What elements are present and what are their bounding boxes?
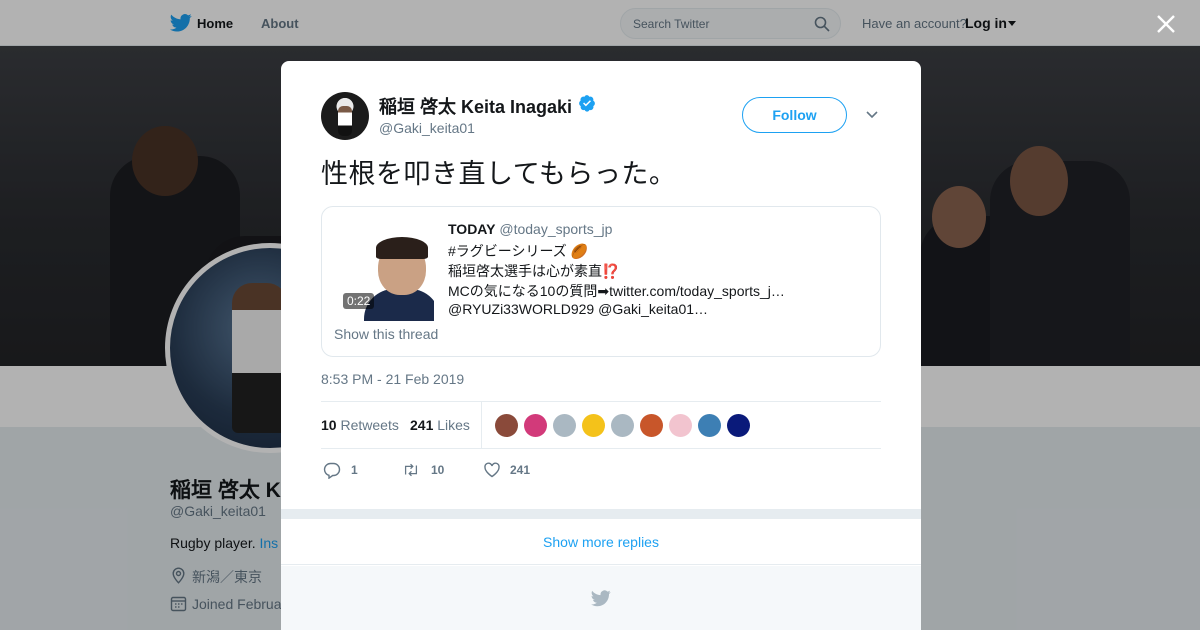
tweet-text: 性根を叩き直してもらった。 <box>321 159 677 189</box>
twitter-bird-icon <box>591 590 611 607</box>
tweet-timestamp[interactable]: 8:53 PM - 21 Feb 2019 <box>321 371 464 387</box>
follow-button[interactable]: Follow <box>742 97 847 133</box>
tweet-actions: 1 10 241 <box>321 461 881 481</box>
tweet-modal: 稲垣 啓太 Keita Inagaki @Gaki_keita01 Follow… <box>281 61 921 630</box>
liker-avatar[interactable] <box>524 414 547 437</box>
liker-avatar[interactable] <box>611 414 634 437</box>
liker-avatar[interactable] <box>495 414 518 437</box>
reply-icon[interactable] <box>323 461 341 479</box>
quoted-tweet[interactable]: 0:22 TODAY @today_sports_jp #ラグビーシリーズ 🏉 … <box>321 206 881 357</box>
chevron-down-icon[interactable] <box>865 109 879 121</box>
like-icon[interactable] <box>483 461 501 479</box>
avatar-player <box>338 106 352 136</box>
thumbnail-hair <box>376 237 428 259</box>
retweets-label: Retweets <box>340 417 399 433</box>
liker-avatar[interactable] <box>698 414 721 437</box>
section-separator <box>281 509 921 519</box>
video-duration: 0:22 <box>343 293 375 309</box>
modal-footer <box>281 566 921 630</box>
quoted-user-name[interactable]: TODAY <box>448 221 495 237</box>
stats-divider <box>481 402 482 449</box>
likes-count: 241 <box>410 417 434 433</box>
retweets-count: 10 <box>321 417 337 433</box>
show-thread-link[interactable]: Show this thread <box>334 326 438 342</box>
retweet-count: 10 <box>431 463 445 477</box>
reply-count: 1 <box>351 463 358 477</box>
likes-stat[interactable]: 241 Likes <box>410 417 470 433</box>
retweet-icon[interactable] <box>402 461 420 479</box>
close-icon[interactable] <box>1154 12 1178 36</box>
author-avatar[interactable] <box>321 92 369 140</box>
show-more-replies-button[interactable]: Show more replies <box>281 519 921 565</box>
verified-badge-icon <box>579 95 595 112</box>
liker-avatar[interactable] <box>669 414 692 437</box>
liker-avatar[interactable] <box>582 414 605 437</box>
tweet-stats: 10 Retweets 241 Likes <box>321 401 881 449</box>
like-count: 241 <box>510 463 531 477</box>
author-name[interactable]: 稲垣 啓太 Keita Inagaki <box>379 93 572 119</box>
quoted-user: TODAY @today_sports_jp <box>448 221 612 237</box>
likes-label: Likes <box>437 417 470 433</box>
liker-avatar[interactable] <box>727 414 750 437</box>
quoted-text-line: @RYUZi33WORLD929 @Gaki_keita01… <box>448 301 709 317</box>
liker-avatar[interactable] <box>640 414 663 437</box>
author-handle[interactable]: @Gaki_keita01 <box>379 120 475 136</box>
quoted-text-line: 稲垣啓太選手は心が素直⁉️ <box>448 263 620 279</box>
liker-avatar[interactable] <box>553 414 576 437</box>
quoted-user-handle[interactable]: @today_sports_jp <box>499 221 612 237</box>
retweets-stat[interactable]: 10 Retweets <box>321 417 399 433</box>
quoted-text-line: #ラグビーシリーズ 🏉 <box>448 243 589 259</box>
quoted-text-line: MCの気になる10の質問➡twitter.com/today_sports_j… <box>448 283 785 299</box>
